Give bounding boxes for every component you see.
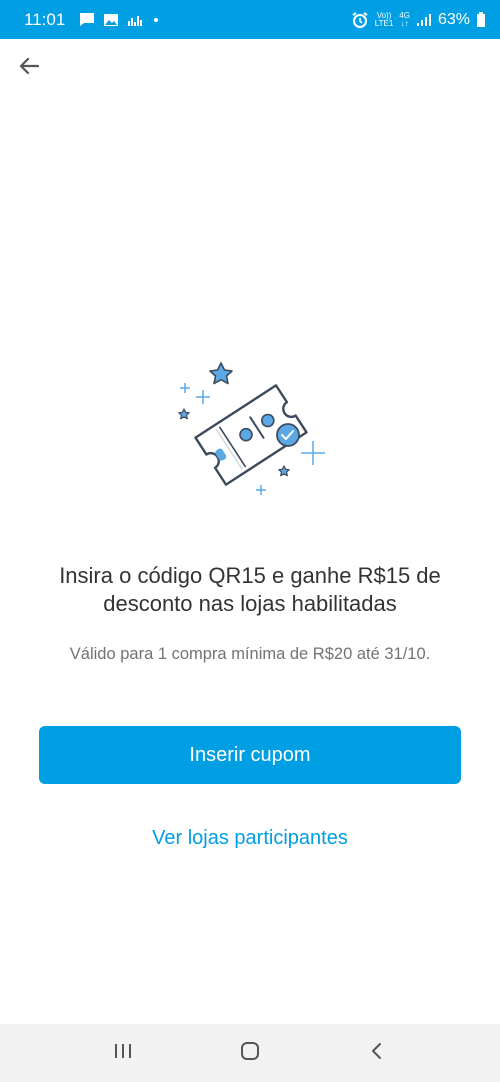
- battery-icon: [476, 11, 486, 28]
- message-icon: [79, 12, 95, 27]
- back-nav-icon: [369, 1041, 385, 1066]
- arrow-left-icon: [18, 55, 40, 82]
- signal-icon: [416, 13, 432, 27]
- coupon-illustration: [165, 355, 335, 505]
- volte-bottom: LTE1: [374, 18, 394, 28]
- recent-apps-icon: [112, 1042, 134, 1065]
- insert-coupon-button[interactable]: Inserir cupom: [39, 726, 461, 784]
- system-nav-bar: [0, 1024, 500, 1082]
- battery-percent: 63%: [437, 10, 470, 28]
- back-nav-button[interactable]: [357, 1033, 397, 1073]
- view-participating-stores-link[interactable]: Ver lojas participantes: [39, 818, 461, 858]
- image-icon: [103, 13, 119, 27]
- back-button[interactable]: [14, 53, 44, 83]
- recent-apps-button[interactable]: [103, 1033, 143, 1073]
- app-bar: [0, 39, 500, 97]
- status-right: Vo)) LTE1 4G ↓↑ 63%: [351, 11, 486, 29]
- status-left: 11:01: [24, 10, 161, 30]
- coupon-ticket-icon: [178, 362, 325, 495]
- network-type: 4G: [399, 10, 410, 20]
- home-button[interactable]: [230, 1033, 270, 1073]
- status-bar: 11:01 Vo)) LTE1 4G ↓↑ 63%: [0, 0, 500, 39]
- dot-icon: [151, 15, 161, 25]
- home-icon: [239, 1040, 261, 1067]
- alarm-icon: [351, 11, 369, 29]
- subtext: Válido para 1 compra mínima de R$20 até …: [69, 645, 431, 663]
- volte-icon: Vo)) LTE1: [374, 11, 394, 28]
- status-time: 11:01: [24, 9, 66, 29]
- headline: Insira o código QR15 e ganhe R$15 de des…: [59, 563, 441, 616]
- data-arrows-icon: 4G ↓↑: [399, 10, 410, 28]
- equalizer-icon: [127, 13, 143, 27]
